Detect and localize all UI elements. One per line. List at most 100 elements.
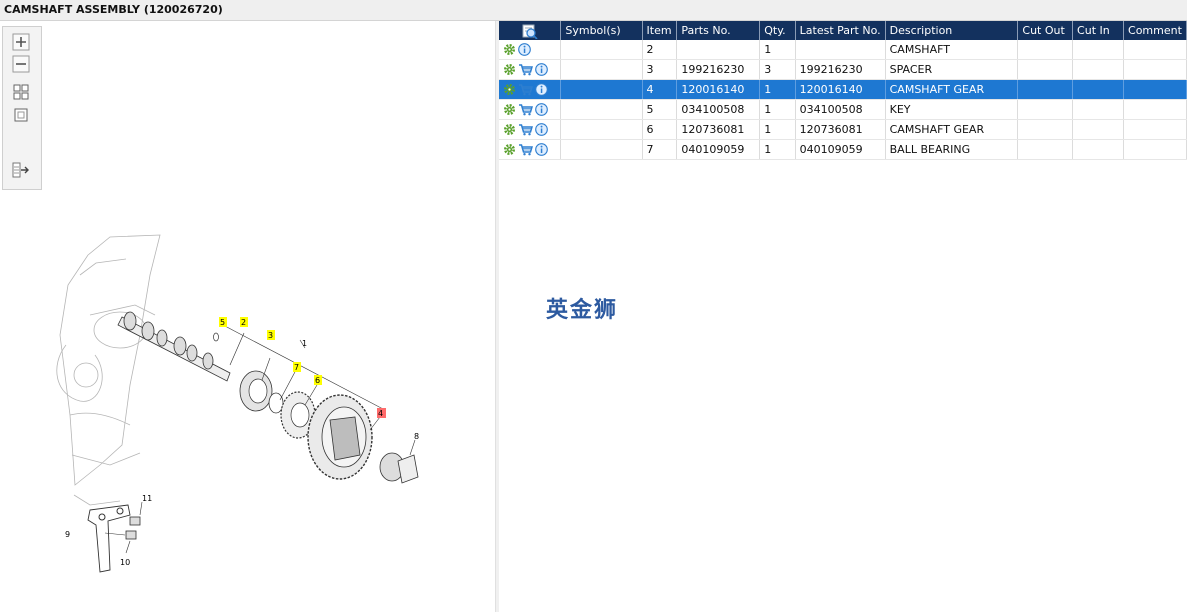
cell-symbols xyxy=(560,59,643,80)
cell-cut-out xyxy=(1017,139,1074,160)
cell-item: 4 xyxy=(642,79,678,100)
table-row[interactable]: 2 1 CAMSHAFT xyxy=(499,40,1187,60)
zoom-out-button[interactable] xyxy=(12,55,30,73)
window-title: CAMSHAFT ASSEMBLY (120026720) xyxy=(4,3,223,16)
drive-hub-part xyxy=(379,452,419,484)
cell-cut-in xyxy=(1072,59,1125,80)
cell-cut-in xyxy=(1072,139,1125,160)
cart-icon[interactable] xyxy=(518,63,533,76)
callout-label: 6 xyxy=(315,376,320,385)
gear-icon xyxy=(504,104,515,116)
row-actions-cell xyxy=(499,99,562,120)
search-icon xyxy=(522,24,538,40)
callout-label: 7 xyxy=(294,363,299,372)
cell-comment xyxy=(1123,99,1187,120)
cell-cut-out xyxy=(1017,99,1074,120)
column-header-comment[interactable]: Comment xyxy=(1123,21,1187,40)
info-icon[interactable] xyxy=(535,143,548,157)
cell-symbols xyxy=(560,119,643,140)
parts-table: Symbol(s) Item Parts No. Qty. Latest Par… xyxy=(499,21,1187,160)
ball-bearing-part xyxy=(239,370,273,412)
search-column-header[interactable] xyxy=(499,21,562,40)
column-header-qty[interactable]: Qty. xyxy=(759,21,796,40)
cell-comment xyxy=(1123,79,1187,100)
cell-cut-in xyxy=(1072,99,1125,120)
gear-icon xyxy=(504,44,515,56)
cell-comment xyxy=(1123,40,1187,60)
column-header-latest-part-no[interactable]: Latest Part No. xyxy=(795,21,886,40)
table-row[interactable]: 6 120736081 1 120736081 CAMSHAFT GEAR xyxy=(499,119,1187,140)
row-actions-cell xyxy=(499,119,562,140)
info-icon[interactable] xyxy=(535,123,548,137)
cell-qty: 3 xyxy=(759,59,796,80)
gear-icon xyxy=(504,144,515,156)
cell-qty: 1 xyxy=(759,139,796,160)
table-row[interactable]: 5 034100508 1 034100508 KEY xyxy=(499,99,1187,120)
cart-icon[interactable] xyxy=(518,103,533,116)
export-icon xyxy=(12,162,29,178)
cell-latest-part-no: 199216230 xyxy=(795,59,886,80)
table-row[interactable]: 4 120016140 1 120016140 CAMSHAFT GEAR xyxy=(499,79,1187,100)
cell-cut-in xyxy=(1072,119,1125,140)
callout-label: 4 xyxy=(378,409,383,418)
column-header-cut-in[interactable]: Cut In xyxy=(1072,21,1125,40)
cart-icon[interactable] xyxy=(518,83,533,96)
cell-cut-out xyxy=(1017,79,1074,100)
title-bar: CAMSHAFT ASSEMBLY (120026720) xyxy=(0,0,1187,21)
cell-description: SPACER xyxy=(885,59,1019,80)
gear-icon xyxy=(504,124,515,136)
cell-parts-no: 199216230 xyxy=(676,59,761,80)
cell-item: 3 xyxy=(642,59,678,80)
cell-description: KEY xyxy=(885,99,1019,120)
column-header-cut-out[interactable]: Cut Out xyxy=(1017,21,1074,40)
gear-icon xyxy=(504,64,515,76)
cell-latest-part-no: 120016140 xyxy=(795,79,886,100)
zoom-out-icon xyxy=(12,55,30,73)
column-header-parts-no[interactable]: Parts No. xyxy=(676,21,761,40)
cell-comment xyxy=(1123,59,1187,80)
callout-label: 10 xyxy=(120,558,130,567)
column-header-item[interactable]: Item xyxy=(642,21,678,40)
cell-item: 5 xyxy=(642,99,678,120)
cell-cut-in xyxy=(1072,79,1125,100)
row-actions-cell xyxy=(499,40,562,60)
cell-description: BALL BEARING xyxy=(885,139,1019,160)
cell-qty: 1 xyxy=(759,40,796,60)
cell-parts-no: 120736081 xyxy=(676,119,761,140)
diagram-toolbar xyxy=(2,26,42,190)
cell-latest-part-no xyxy=(795,40,886,60)
table-row[interactable]: 7 040109059 1 040109059 BALL BEARING xyxy=(499,139,1187,160)
info-icon[interactable] xyxy=(535,83,548,97)
info-icon[interactable] xyxy=(518,43,531,57)
cell-qty: 1 xyxy=(759,99,796,120)
cell-symbols xyxy=(560,139,643,160)
column-header-description[interactable]: Description xyxy=(885,21,1019,40)
info-icon[interactable] xyxy=(535,103,548,117)
actual-size-button[interactable] xyxy=(12,106,30,124)
exploded-parts-diagram: 1 2 3 7 5 6 4 8 9 10 11 xyxy=(56,234,419,573)
cell-qty: 1 xyxy=(759,79,796,100)
info-icon[interactable] xyxy=(535,63,548,77)
cell-item: 6 xyxy=(642,119,678,140)
cell-cut-out xyxy=(1017,119,1074,140)
callout-label: 3 xyxy=(268,331,273,340)
table-row[interactable]: 3 199216230 3 199216230 SPACER xyxy=(499,59,1187,80)
cell-parts-no: 120016140 xyxy=(676,79,761,100)
cart-icon[interactable] xyxy=(518,143,533,156)
export-button[interactable] xyxy=(12,161,30,179)
zoom-in-button[interactable] xyxy=(12,33,30,51)
table-header-row: Symbol(s) Item Parts No. Qty. Latest Par… xyxy=(499,21,1187,40)
square-icon xyxy=(14,108,28,122)
bracket-part xyxy=(87,504,141,573)
column-header-symbols[interactable]: Symbol(s) xyxy=(560,21,643,40)
cell-symbols xyxy=(560,40,643,60)
cell-qty: 1 xyxy=(759,119,796,140)
callout-label: 1 xyxy=(302,339,307,348)
cell-comment xyxy=(1123,119,1187,140)
watermark-text: 英金狮 xyxy=(546,298,619,323)
cell-parts-no: 040109059 xyxy=(676,139,761,160)
cell-latest-part-no: 034100508 xyxy=(795,99,886,120)
cell-latest-part-no: 040109059 xyxy=(795,139,886,160)
cart-icon[interactable] xyxy=(518,123,533,136)
fit-all-button[interactable] xyxy=(12,83,30,101)
